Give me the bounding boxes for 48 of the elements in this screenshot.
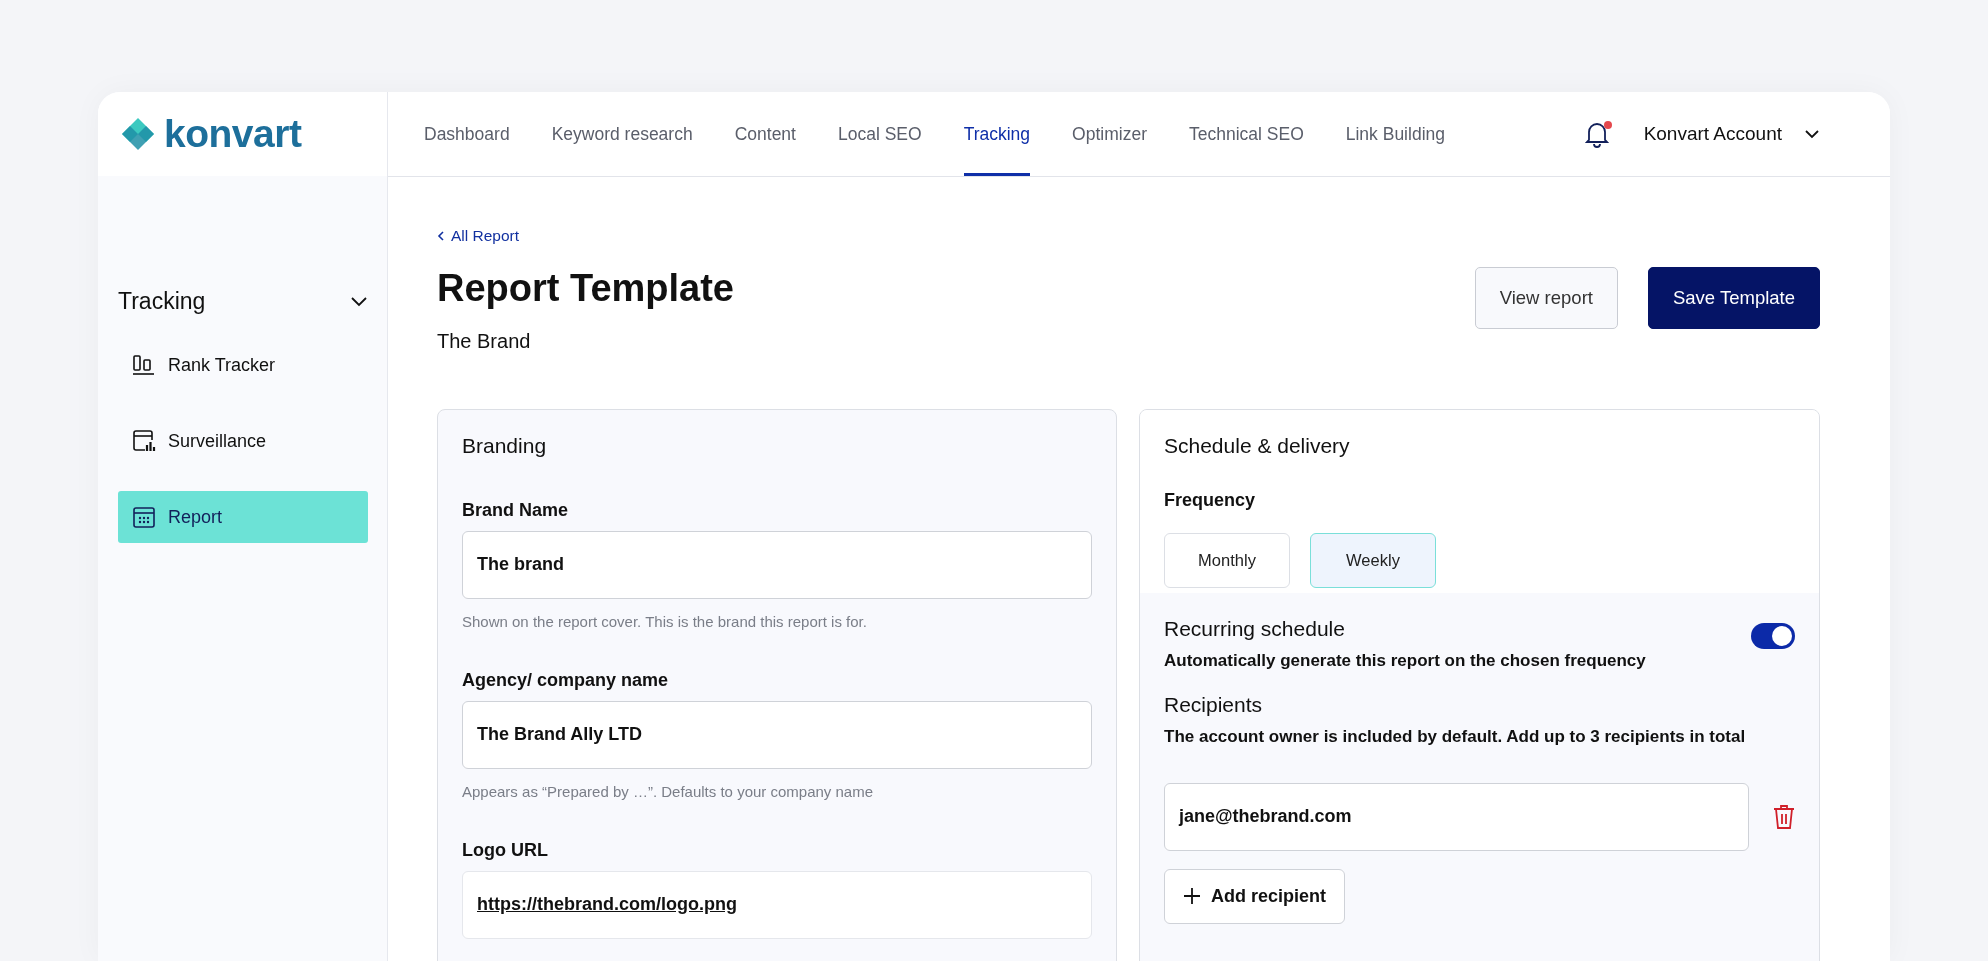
sidebar-section-title: Tracking bbox=[118, 288, 206, 315]
input-field[interactable]: The brand bbox=[462, 530, 1092, 599]
nav-tab[interactable]: Content bbox=[734, 92, 796, 176]
frequency-option[interactable]: Weekly bbox=[1310, 532, 1436, 588]
section-title: Recipients bbox=[1164, 692, 1264, 717]
email-field[interactable]: jane@thebrand.com bbox=[1164, 782, 1749, 851]
toggle-switch[interactable] bbox=[1751, 622, 1795, 649]
field-label: Logo URL bbox=[462, 839, 549, 861]
input-field[interactable]: The Brand Ally LTD bbox=[462, 700, 1092, 769]
card-title: Branding bbox=[462, 433, 548, 458]
bar-chart-icon bbox=[132, 354, 156, 376]
field-hint: Appears as “Prepared by …”. Defaults to your company name bbox=[462, 782, 875, 800]
logo-text: konvart bbox=[164, 112, 302, 156]
nav-tab[interactable]: Technical SEO bbox=[1188, 92, 1304, 176]
input-field[interactable]: https://thebrand.com/logo.png bbox=[462, 870, 1092, 939]
section-description: Automatically generate this report on the chosen frequency bbox=[1164, 650, 1646, 671]
back-link[interactable]: All Report bbox=[437, 227, 520, 245]
field-hint: Shown on the report cover. This is the brand this report is for. bbox=[462, 612, 868, 630]
page-title: Report Template bbox=[437, 266, 734, 311]
chevron-icon[interactable] bbox=[1804, 129, 1820, 139]
save-button[interactable]: Save Template bbox=[1647, 267, 1820, 329]
view-button[interactable]: View report bbox=[1474, 267, 1618, 329]
sidebar-item[interactable]: Report bbox=[118, 491, 368, 543]
field-label: Agency/ company name bbox=[462, 669, 670, 691]
chart-window-icon bbox=[132, 429, 156, 453]
trash-icon[interactable] bbox=[1773, 803, 1795, 830]
frequency-option[interactable]: Monthly bbox=[1164, 532, 1290, 588]
chevron-icon[interactable] bbox=[350, 295, 368, 308]
chevron-left-icon bbox=[437, 230, 445, 242]
nav-tab[interactable]: Tracking bbox=[963, 92, 1031, 176]
nav-tab[interactable]: Dashboard bbox=[424, 92, 510, 176]
section-description: The account owner is included by default. Add up to 3 recipients in total bbox=[1164, 726, 1747, 747]
page-subtitle: The Brand bbox=[437, 329, 532, 353]
field-label: Brand Name bbox=[462, 499, 570, 521]
add-recipient-button[interactable]: Add recipient bbox=[1164, 868, 1345, 924]
sidebar-item[interactable]: Rank Tracker bbox=[118, 339, 368, 391]
nav-tab[interactable]: Local SEO bbox=[837, 92, 922, 176]
plus-icon bbox=[1183, 887, 1201, 906]
nav-tab[interactable]: Optimizer bbox=[1072, 92, 1147, 176]
section-title: Recurring schedule bbox=[1164, 616, 1346, 641]
field-label: Frequency bbox=[1164, 489, 1257, 511]
sidebar-item[interactable]: Surveillance bbox=[118, 415, 368, 467]
card-title: Schedule & delivery bbox=[1164, 433, 1351, 458]
calendar-icon bbox=[132, 505, 156, 529]
nav-tab[interactable]: Keyword research bbox=[551, 92, 693, 176]
bell-icon[interactable] bbox=[1583, 120, 1610, 148]
account-name[interactable]: Konvart Account bbox=[1643, 123, 1782, 145]
nav-tab[interactable]: Link Building bbox=[1345, 92, 1445, 176]
